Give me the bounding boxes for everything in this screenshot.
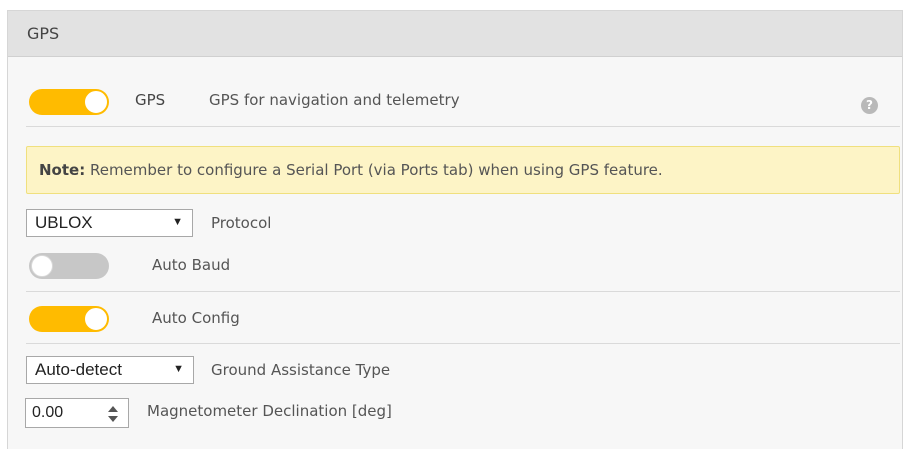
divider — [26, 126, 900, 127]
gps-feature-name: GPS — [135, 91, 166, 109]
gps-feature-description: GPS for navigation and telemetry — [209, 91, 460, 109]
mag-declination-value: 0.00 — [32, 404, 64, 421]
ground-assistance-label: Ground Assistance Type — [211, 361, 391, 379]
toggle-knob — [85, 91, 107, 113]
divider — [26, 343, 900, 344]
spin-up-icon[interactable] — [108, 406, 118, 412]
protocol-value: UBLOX — [35, 213, 93, 232]
ground-assistance-value: Auto-detect — [35, 360, 122, 379]
chevron-down-icon: ▼ — [172, 216, 183, 228]
gps-feature-toggle[interactable] — [29, 89, 109, 115]
spin-down-icon[interactable] — [108, 416, 118, 422]
panel-header: GPS — [8, 11, 902, 57]
ground-assistance-select[interactable]: Auto-detect ▼ — [26, 356, 194, 384]
protocol-select[interactable]: UBLOX ▼ — [26, 209, 193, 237]
note-text: Note: Remember to configure a Serial Por… — [39, 161, 663, 179]
auto-config-toggle[interactable] — [29, 306, 109, 332]
chevron-down-icon: ▼ — [173, 363, 184, 375]
auto-baud-label: Auto Baud — [152, 256, 231, 274]
auto-baud-toggle[interactable] — [29, 253, 109, 279]
panel-title: GPS — [27, 24, 60, 43]
number-spinner[interactable] — [108, 403, 120, 425]
note-label: Note: — [39, 161, 86, 179]
toggle-knob — [31, 255, 53, 277]
note-message: Remember to configure a Serial Port (via… — [85, 161, 663, 179]
mag-declination-label: Magnetometer Declination [deg] — [147, 402, 392, 420]
divider — [26, 291, 900, 292]
auto-config-label: Auto Config — [152, 309, 240, 327]
protocol-label: Protocol — [211, 214, 272, 232]
help-icon[interactable]: ? — [861, 97, 878, 114]
note-box: Note: Remember to configure a Serial Por… — [26, 146, 900, 194]
toggle-knob — [85, 308, 107, 330]
mag-declination-input[interactable]: 0.00 — [25, 398, 129, 428]
